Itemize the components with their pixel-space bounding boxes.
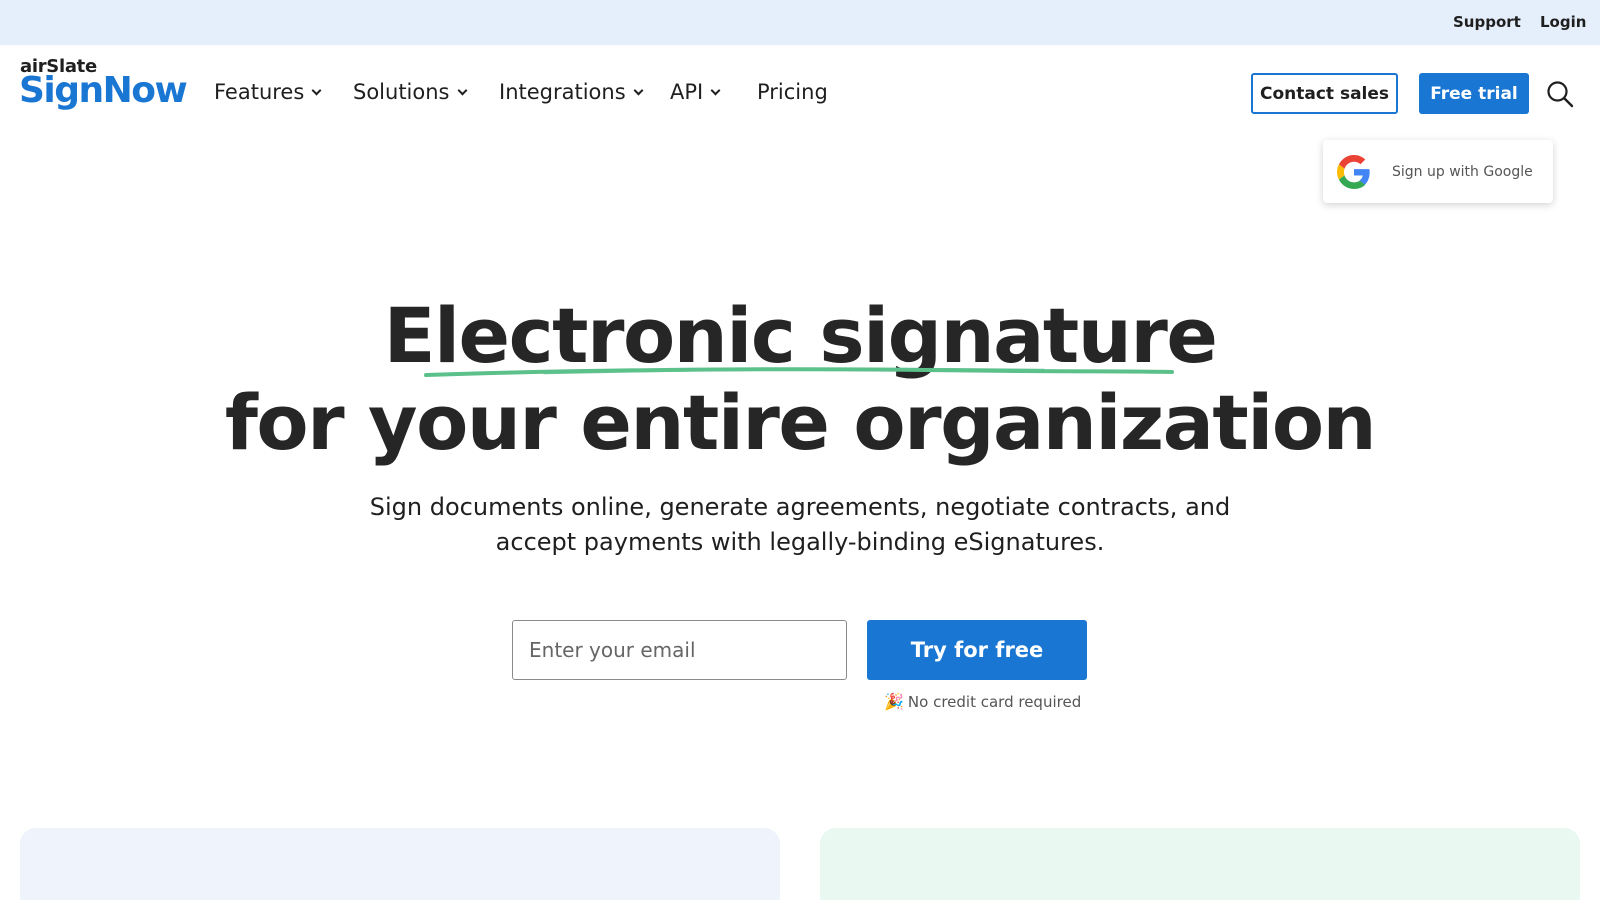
no-credit-card-text: No credit card required: [907, 692, 1082, 711]
nav-pricing-label: Pricing: [757, 80, 828, 104]
contact-sales-button[interactable]: Contact sales: [1251, 73, 1398, 114]
nav-integrations[interactable]: Integrations: [499, 80, 644, 104]
chevron-down-icon: [457, 85, 467, 95]
chevron-down-icon: [710, 85, 721, 95]
support-link[interactable]: Support: [1453, 13, 1521, 31]
no-credit-card-note: 🎉 No credit card required: [884, 692, 1081, 711]
free-trial-button[interactable]: Free trial: [1419, 73, 1529, 114]
google-icon: [1337, 154, 1370, 189]
email-input[interactable]: [512, 620, 847, 680]
chevron-down-icon: [311, 85, 322, 95]
feature-card-left: [20, 828, 780, 900]
party-popper-icon: 🎉: [884, 692, 904, 711]
nav-pricing[interactable]: Pricing: [757, 80, 828, 104]
chevron-down-icon: [633, 85, 644, 95]
search-icon[interactable]: [1546, 80, 1574, 108]
nav-api[interactable]: API: [670, 80, 721, 104]
logo[interactable]: airSlate SignNow: [19, 56, 188, 112]
top-utility-bar: Support Login: [0, 0, 1600, 45]
nav-solutions[interactable]: Solutions: [353, 80, 467, 104]
login-link[interactable]: Login: [1540, 13, 1586, 31]
google-signup-button[interactable]: Sign up with Google: [1323, 140, 1553, 203]
google-signup-label: Sign up with Google: [1392, 163, 1533, 180]
hero-title-line2: for your entire organization: [224, 378, 1377, 467]
nav-features-label: Features: [214, 80, 305, 104]
nav-api-label: API: [670, 80, 704, 104]
nav-features[interactable]: Features: [214, 80, 322, 104]
logo-signnow-text: SignNow: [19, 70, 188, 111]
nav-integrations-label: Integrations: [499, 80, 626, 104]
try-for-free-button[interactable]: Try for free: [867, 620, 1087, 680]
feature-card-right: [820, 828, 1580, 900]
nav-solutions-label: Solutions: [353, 80, 450, 104]
hero-subtitle: Sign documents online, generate agreemen…: [369, 493, 1231, 556]
